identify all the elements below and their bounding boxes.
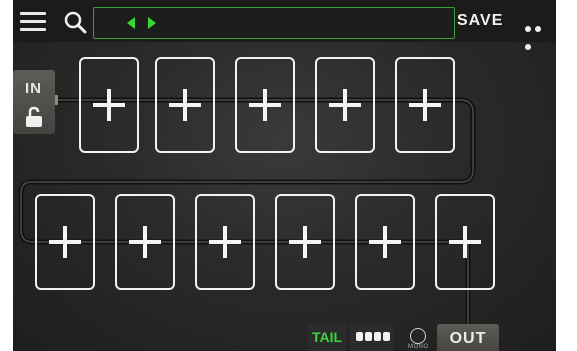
block-slot-2[interactable]	[155, 57, 215, 153]
pedalboard-app: SAVE IN TAIL MONO OUT	[13, 0, 556, 351]
search-icon[interactable]	[63, 10, 87, 34]
plus-icon	[289, 226, 321, 258]
mono-label: MONO	[408, 344, 429, 350]
plus-icon	[209, 226, 241, 258]
block-slot-6[interactable]	[35, 194, 95, 290]
block-slot-5[interactable]	[395, 57, 455, 153]
plus-icon	[329, 89, 361, 121]
block-slot-9[interactable]	[275, 194, 335, 290]
tail-button[interactable]: TAIL	[308, 323, 346, 351]
plus-icon	[129, 226, 161, 258]
lock-icon[interactable]	[25, 106, 43, 128]
block-slot-8[interactable]	[195, 194, 255, 290]
preset-selector[interactable]	[93, 7, 455, 39]
output-select-button[interactable]	[350, 323, 393, 351]
plus-icon	[169, 89, 201, 121]
top-bar: SAVE	[13, 0, 556, 50]
plus-icon	[49, 226, 81, 258]
block-slot-7[interactable]	[115, 194, 175, 290]
arrow-left-icon[interactable]	[127, 17, 135, 29]
save-button[interactable]: SAVE	[457, 12, 503, 30]
more-icon[interactable]	[525, 19, 553, 50]
mono-toggle[interactable]	[410, 328, 426, 344]
plus-icon	[249, 89, 281, 121]
plus-icon	[409, 89, 441, 121]
block-slot-1[interactable]	[79, 57, 139, 153]
menu-icon[interactable]	[20, 12, 46, 31]
input-label: IN	[25, 80, 42, 97]
plus-icon	[369, 226, 401, 258]
plus-icon	[449, 226, 481, 258]
block-slot-4[interactable]	[315, 57, 375, 153]
block-slot-11[interactable]	[435, 194, 495, 290]
plus-icon	[93, 89, 125, 121]
output-block[interactable]: OUT	[437, 324, 499, 351]
signal-cable	[18, 95, 476, 327]
input-block[interactable]: IN	[13, 70, 55, 134]
block-slot-10[interactable]	[355, 194, 415, 290]
block-slot-3[interactable]	[235, 57, 295, 153]
arrow-right-icon[interactable]	[148, 17, 156, 29]
